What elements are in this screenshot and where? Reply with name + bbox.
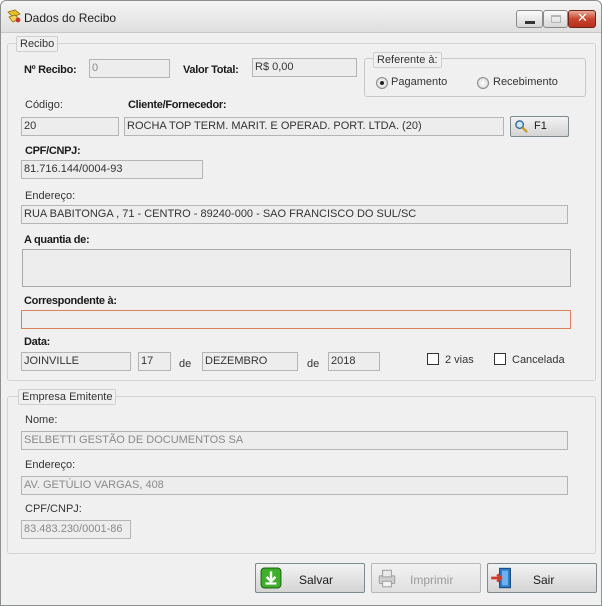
quantia-label: A quantia de: bbox=[24, 234, 90, 246]
empresa-legend: Empresa Emitente bbox=[18, 389, 117, 405]
cancelada-label[interactable]: Cancelada bbox=[512, 354, 565, 366]
empresa-nome-field[interactable]: SELBETTI GESTÃO DE DOCUMENTOS SA bbox=[21, 431, 568, 450]
codigo-label: Código: bbox=[25, 99, 63, 111]
window-title: Dados do Recibo bbox=[24, 11, 117, 25]
recibo-dialog: Dados do Recibo ✕ Recibo Nº Recibo: 0 Va… bbox=[0, 0, 602, 606]
ano-field[interactable]: 2018 bbox=[328, 352, 380, 371]
quantia-field[interactable] bbox=[22, 249, 571, 287]
correspondente-field[interactable] bbox=[21, 310, 571, 329]
minimize-button[interactable] bbox=[516, 10, 543, 28]
minimize-icon bbox=[525, 21, 535, 24]
recibo-legend: Recibo bbox=[16, 36, 59, 52]
app-icon bbox=[7, 9, 21, 23]
mes-field[interactable]: DEZEMBRO bbox=[202, 352, 298, 371]
de-label-1: de bbox=[179, 358, 192, 370]
title-bar[interactable]: Dados do Recibo ✕ bbox=[1, 1, 601, 33]
imprimir-button[interactable]: Imprimir bbox=[371, 563, 481, 593]
pagamento-label[interactable]: Pagamento bbox=[391, 76, 447, 88]
cliente-label: Cliente/Fornecedor: bbox=[128, 99, 227, 111]
empresa-endereco-label: Endereço: bbox=[25, 459, 76, 471]
valor-total-label: Valor Total: bbox=[183, 64, 239, 76]
endereco-label: Endereço: bbox=[25, 190, 76, 202]
numero-recibo-label: Nº Recibo: bbox=[24, 64, 77, 76]
pagamento-radio[interactable] bbox=[376, 77, 388, 89]
recebimento-label[interactable]: Recebimento bbox=[493, 76, 558, 88]
printer-icon bbox=[378, 569, 396, 588]
salvar-label: Salvar bbox=[299, 573, 334, 587]
valor-total-field[interactable]: R$ 0,00 bbox=[252, 58, 357, 77]
sair-label: Sair bbox=[533, 573, 555, 587]
empresa-cpf-label: CPF/CNPJ: bbox=[25, 503, 82, 515]
codigo-field[interactable]: 20 bbox=[21, 117, 119, 136]
de-label-2: de bbox=[307, 358, 320, 370]
dia-field[interactable]: 17 bbox=[138, 352, 171, 371]
cliente-field[interactable]: ROCHA TOP TERM. MARIT. E OPERAD. PORT. L… bbox=[124, 117, 504, 136]
recebimento-radio[interactable] bbox=[477, 77, 489, 89]
close-button[interactable]: ✕ bbox=[568, 10, 596, 28]
cpf-cnpj-label: CPF/CNPJ: bbox=[25, 145, 81, 157]
close-icon: ✕ bbox=[577, 11, 588, 26]
referente-legend: Referente à: bbox=[373, 52, 442, 68]
exit-door-icon bbox=[491, 567, 511, 589]
endereco-field[interactable]: RUA BABITONGA , 71 - CENTRO - 89240-000 … bbox=[21, 205, 568, 224]
data-label: Data: bbox=[24, 336, 51, 348]
duas-vias-checkbox[interactable] bbox=[427, 353, 439, 365]
empresa-cpf-field[interactable]: 83.483.230/0001-86 bbox=[21, 520, 131, 539]
numero-recibo-field[interactable]: 0 bbox=[89, 59, 170, 78]
cancelada-checkbox[interactable] bbox=[494, 353, 506, 365]
cpf-cnpj-field[interactable]: 81.716.144/0004-93 bbox=[21, 160, 203, 179]
search-button-label: F1 bbox=[534, 120, 547, 132]
maximize-button[interactable] bbox=[543, 10, 568, 28]
maximize-icon bbox=[551, 15, 561, 23]
sair-button[interactable]: Sair bbox=[487, 563, 597, 593]
duas-vias-label[interactable]: 2 vias bbox=[445, 354, 474, 366]
empresa-endereco-field[interactable]: AV. GETÚLIO VARGAS, 408 bbox=[21, 476, 568, 495]
correspondente-label: Correspondente à: bbox=[24, 295, 117, 307]
salvar-button[interactable]: Salvar bbox=[255, 563, 365, 593]
search-icon bbox=[515, 120, 528, 133]
cidade-field[interactable]: JOINVILLE bbox=[21, 352, 131, 371]
imprimir-label: Imprimir bbox=[410, 573, 454, 587]
save-download-icon bbox=[260, 567, 282, 589]
search-client-button[interactable]: F1 bbox=[510, 116, 569, 137]
empresa-nome-label: Nome: bbox=[25, 414, 58, 426]
